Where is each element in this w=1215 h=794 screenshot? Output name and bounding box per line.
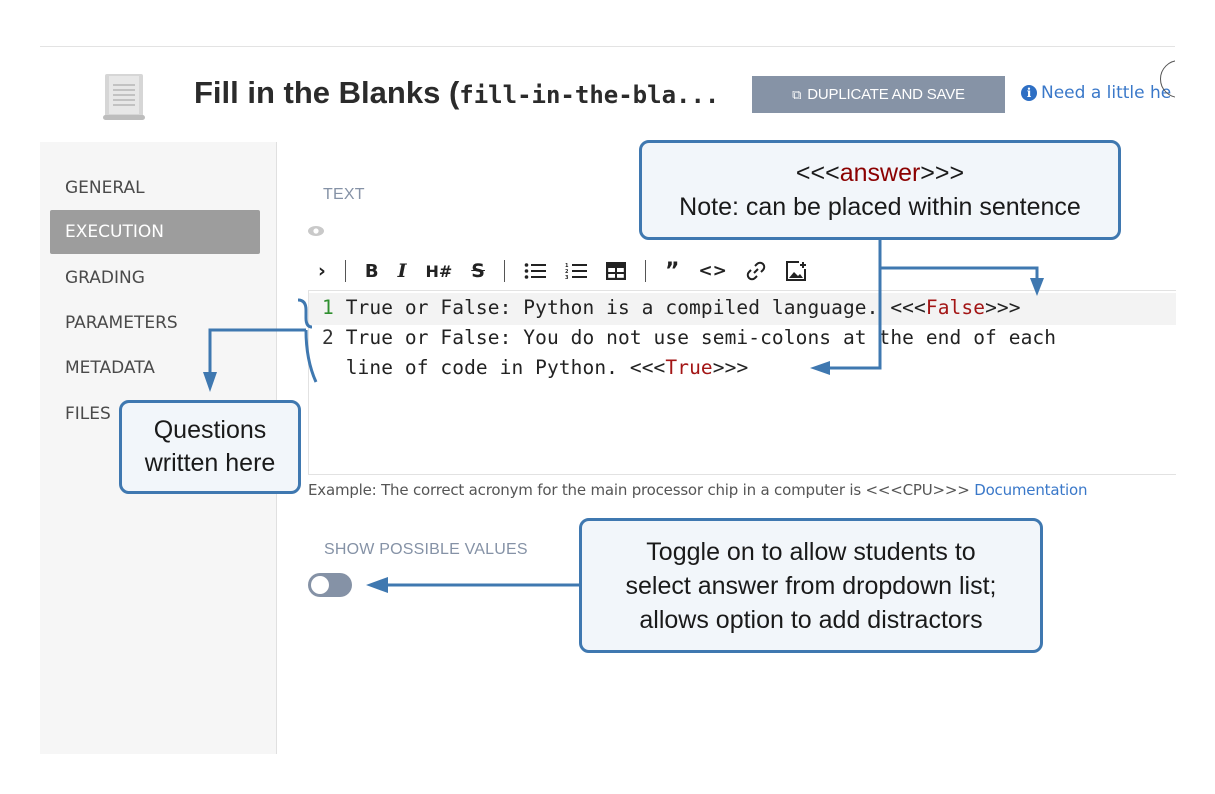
toggle-callout: Toggle on to allow students to select an… [579, 518, 1043, 653]
annotation-arrows [203, 238, 1044, 593]
questions-arrow-head [203, 372, 217, 392]
questions-callout: Questions written here [119, 400, 301, 494]
questions-callout-line1: Questions [153, 416, 267, 444]
answer-syntax-word: answer [839, 159, 921, 187]
answer-syntax-prefix: <<< [795, 159, 840, 187]
toggle-callout-line1: Toggle on to allow students to [646, 537, 976, 566]
page: Fill in the Blanks (fill-in-the-bla... ⧉… [0, 0, 1215, 794]
answer-arrow-head-1 [1030, 278, 1044, 296]
answer-arrow-head-2 [810, 361, 830, 375]
questions-bracket [297, 298, 318, 383]
answer-note: Note: can be placed within sentence [679, 193, 1081, 221]
answer-syntax-line: <<<answer>>> [642, 156, 1118, 190]
answer-arrow-line-1 [878, 238, 1039, 278]
toggle-callout-line3: allows option to add distractors [639, 605, 983, 634]
answer-syntax-suffix: >>> [920, 159, 965, 187]
toggle-arrow-head [366, 577, 388, 593]
toggle-callout-line2: select answer from dropdown list; [625, 571, 997, 600]
questions-callout-line2: written here [144, 449, 276, 477]
questions-arrow-line [208, 328, 306, 372]
answer-arrow-line-2 [828, 268, 882, 370]
answer-syntax-callout: <<<answer>>> Note: can be placed within … [639, 140, 1121, 240]
